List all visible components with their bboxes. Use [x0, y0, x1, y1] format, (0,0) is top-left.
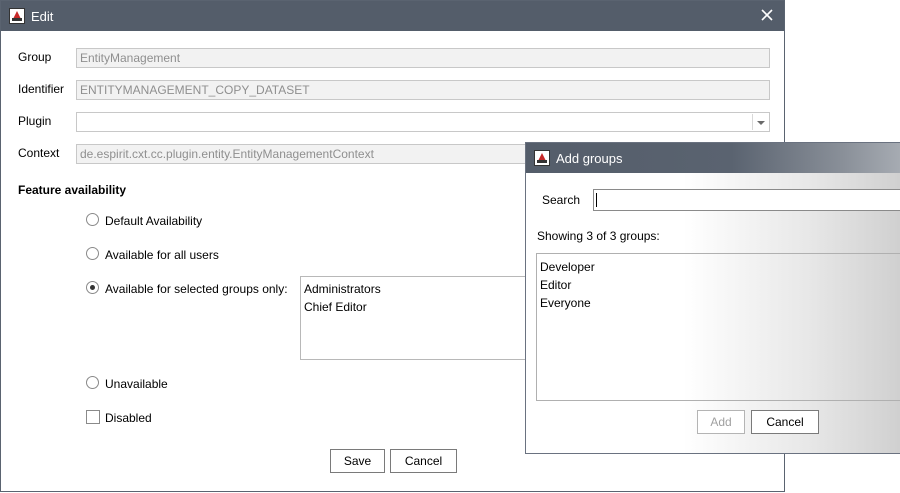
radio-default-availability-label: Default Availability	[105, 214, 203, 228]
identifier-field: ENTITYMANAGEMENT_COPY_DATASET	[76, 80, 770, 100]
text-caret	[596, 193, 597, 207]
group-field: EntityManagement	[76, 48, 770, 68]
radio-all-users[interactable]	[86, 247, 99, 260]
plugin-select[interactable]	[76, 112, 770, 132]
chevron-down-icon[interactable]	[752, 114, 768, 130]
identifier-label: Identifier	[18, 82, 65, 96]
app-logo-icon	[9, 8, 25, 24]
close-icon[interactable]	[758, 6, 776, 24]
list-item[interactable]: Administrators	[304, 282, 381, 296]
disabled-label: Disabled	[105, 411, 152, 425]
edit-titlebar[interactable]: Edit	[1, 1, 784, 31]
radio-unavailable-label: Unavailable	[105, 377, 168, 391]
radio-default-availability[interactable]	[86, 213, 99, 226]
add-button[interactable]: Add	[697, 410, 745, 434]
add-groups-dialog: Add groups Search Showing 3 of 3 groups:…	[525, 142, 900, 454]
list-item[interactable]: Editor	[540, 278, 571, 292]
radio-selected-groups-label: Available for selected groups only:	[105, 282, 288, 296]
radio-all-users-label: Available for all users	[105, 248, 219, 262]
groups-list[interactable]: Developer Editor Everyone	[536, 253, 900, 401]
radio-selected-groups[interactable]	[86, 281, 99, 294]
add-groups-cancel-button[interactable]: Cancel	[751, 410, 819, 434]
cancel-button[interactable]: Cancel	[390, 449, 457, 473]
radio-unavailable[interactable]	[86, 376, 99, 389]
search-input[interactable]	[593, 189, 900, 211]
group-label: Group	[18, 50, 52, 64]
list-item[interactable]: Developer	[540, 260, 595, 274]
search-label: Search	[542, 193, 581, 207]
app-logo-icon	[534, 150, 550, 166]
list-item[interactable]: Chief Editor	[304, 300, 367, 314]
feature-availability-title: Feature availability	[18, 183, 127, 197]
context-label: Context	[18, 146, 60, 160]
edit-title: Edit	[31, 9, 54, 24]
add-groups-title: Add groups	[556, 151, 623, 166]
showing-count: Showing 3 of 3 groups:	[537, 229, 660, 243]
save-button[interactable]: Save	[330, 449, 385, 473]
list-item[interactable]: Everyone	[540, 296, 591, 310]
disabled-checkbox[interactable]	[86, 410, 100, 424]
selected-groups-list[interactable]: Administrators Chief Editor	[300, 276, 540, 360]
plugin-label: Plugin	[18, 114, 52, 128]
add-groups-titlebar[interactable]: Add groups	[526, 143, 900, 173]
